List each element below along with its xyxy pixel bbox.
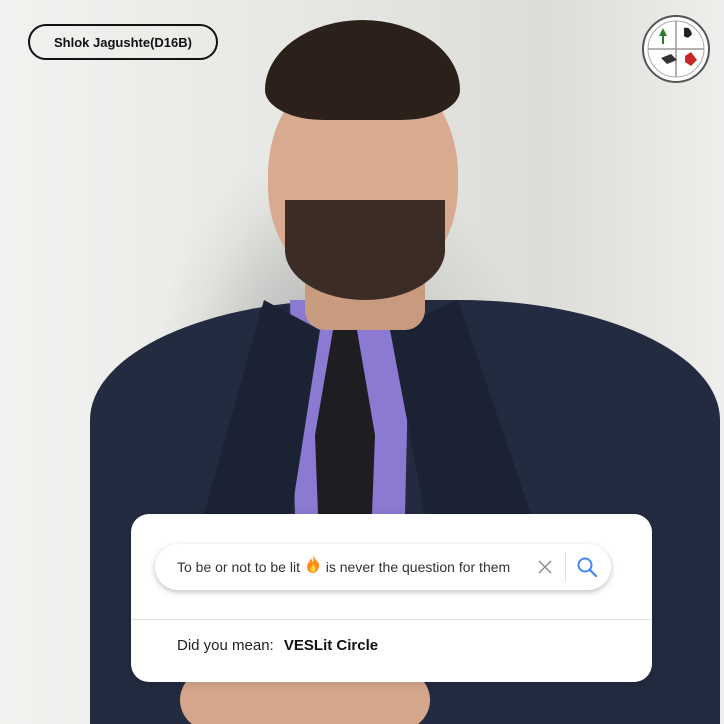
hair: [265, 20, 460, 120]
query-text-end: is never the question for them: [325, 559, 511, 575]
name-tag-label: Shlok Jagushte(D16B): [54, 34, 192, 50]
name-tag: Shlok Jagushte(D16B): [28, 24, 218, 60]
query-text-start: To be or not to be lit: [177, 559, 300, 575]
search-icon[interactable]: [575, 555, 599, 579]
search-card: To be or not to be lit is never the ques…: [131, 514, 652, 682]
suggestion-link[interactable]: VESLit Circle: [284, 637, 378, 654]
search-query[interactable]: To be or not to be lit is never the ques…: [177, 544, 510, 590]
beard: [285, 200, 445, 300]
search-bar[interactable]: To be or not to be lit is never the ques…: [155, 544, 611, 590]
did-you-mean: Did you mean: VESLit Circle: [177, 634, 378, 658]
fire-icon: [306, 545, 320, 591]
card-divider: [131, 619, 652, 620]
literary-circle-logo-icon: [641, 14, 711, 84]
did-you-mean-prefix: Did you mean:: [177, 637, 274, 654]
close-icon[interactable]: [535, 557, 555, 577]
search-divider: [565, 552, 566, 582]
